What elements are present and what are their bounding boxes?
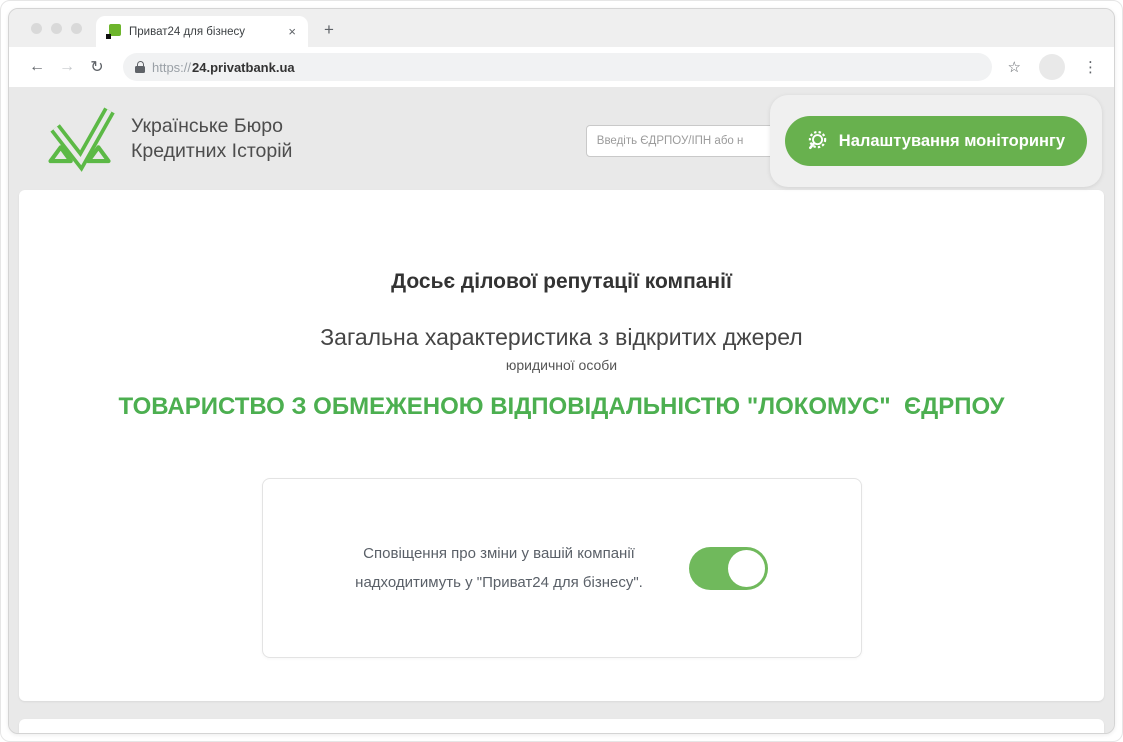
privat24-favicon <box>106 24 121 39</box>
browser-tab[interactable]: Приват24 для бізнесу × <box>96 16 308 47</box>
profile-avatar[interactable] <box>1039 54 1065 80</box>
tab-title: Приват24 для бізнесу <box>129 26 278 38</box>
web-page: Українське Бюро Кредитних Історій <box>9 87 1114 733</box>
dossier-panel: Досьє ділової репутації компанії Загальн… <box>19 190 1104 701</box>
logo-line-1: Українське Бюро <box>131 114 292 138</box>
page-title: Досьє ділової репутації компанії <box>19 268 1104 296</box>
site-header: Українське Бюро Кредитних Історій <box>9 87 1114 190</box>
tab-close-icon[interactable]: × <box>286 24 298 39</box>
browser-window: Приват24 для бізнесу × + ← → ↻ https:// … <box>8 8 1115 734</box>
lock-icon <box>135 61 145 73</box>
monitoring-settings-button[interactable]: Налаштування моніторингу <box>785 116 1087 166</box>
url-scheme: https:// <box>152 60 191 75</box>
tab-strip: Приват24 для бізнесу × + <box>9 9 1114 47</box>
notification-line-1: Сповіщення про зміни у вашій компанії <box>355 539 643 568</box>
notification-card: Сповіщення про зміни у вашій компанії на… <box>262 478 862 658</box>
ubki-logo-text: Українське Бюро Кредитних Історій <box>131 114 292 163</box>
traffic-lights[interactable] <box>31 23 82 34</box>
gear-search-icon <box>807 130 829 152</box>
address-bar[interactable]: https:// 24.privatbank.ua <box>123 53 992 81</box>
monitoring-button-label: Налаштування моніторингу <box>839 132 1065 151</box>
next-section-panel <box>19 719 1104 733</box>
notification-text: Сповіщення про зміни у вашій компанії на… <box>355 539 643 598</box>
screenshot-frame: Приват24 для бізнесу × + ← → ↻ https:// … <box>0 0 1123 742</box>
notification-line-2: надходитимуть у "Приват24 для бізнесу". <box>355 568 643 597</box>
browser-menu-icon[interactable]: ⋮ <box>1079 58 1102 76</box>
page-subtitle: Загальна характеристика з відкритих джер… <box>19 322 1104 352</box>
company-search <box>586 125 782 157</box>
logo-line-2: Кредитних Історій <box>131 139 292 163</box>
forward-icon[interactable]: → <box>55 58 79 76</box>
company-name: ТОВАРИСТВО З ОБМЕЖЕНОЮ ВІДПОВІДАЛЬНІСТЮ … <box>19 392 1104 422</box>
url-host: 24.privatbank.ua <box>192 60 295 75</box>
entity-type-label: юридичної особи <box>19 356 1104 374</box>
bookmark-star-icon[interactable]: ☆ <box>1008 58 1021 76</box>
monitoring-bubble: Налаштування моніторингу <box>770 95 1102 187</box>
reload-icon[interactable]: ↻ <box>85 57 109 77</box>
ubki-checkmark-icon <box>43 104 117 174</box>
back-icon[interactable]: ← <box>25 58 49 76</box>
search-input[interactable] <box>586 125 782 157</box>
browser-toolbar: ← → ↻ https:// 24.privatbank.ua ☆ ⋮ <box>9 47 1114 87</box>
new-tab-button[interactable]: + <box>324 20 334 40</box>
notifications-toggle[interactable] <box>689 547 768 590</box>
toggle-knob <box>728 550 765 587</box>
ubki-logo[interactable]: Українське Бюро Кредитних Історій <box>43 104 292 174</box>
